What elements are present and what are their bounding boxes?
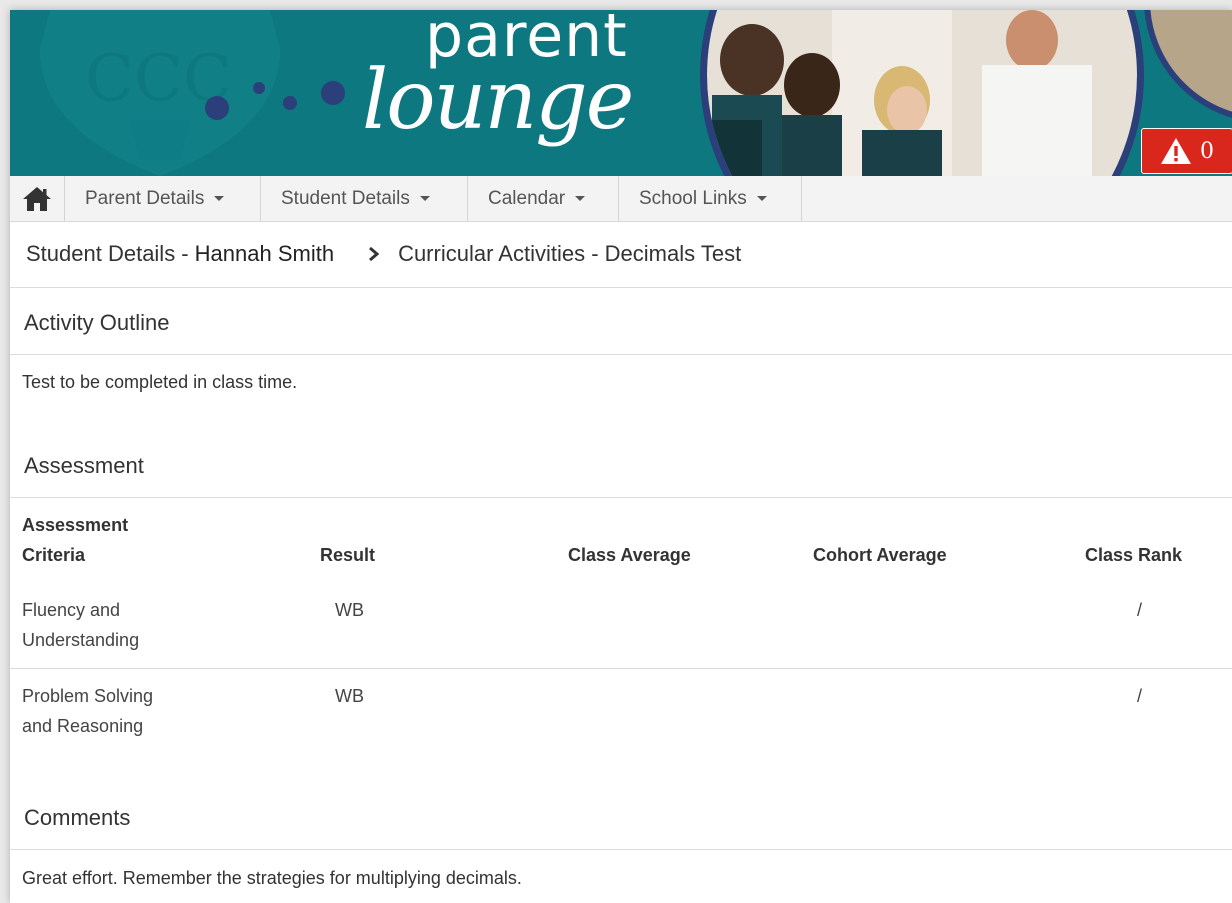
chevron-right-icon (369, 246, 380, 262)
alert-count: 0 (1200, 138, 1214, 164)
page-frame: CCC parent lounge 0 Parent Details Stude… (10, 10, 1232, 903)
divider (10, 849, 1232, 850)
home-icon (23, 186, 51, 211)
warning-icon (1161, 138, 1191, 164)
caret-down-icon (575, 196, 586, 201)
row-class-rank: / (1137, 686, 1143, 706)
row-criteria: Fluency and Understanding (22, 595, 139, 655)
header-banner: CCC parent lounge 0 (10, 10, 1232, 176)
caret-down-icon (756, 196, 767, 201)
assessment-title: Assessment (24, 453, 144, 478)
row-criteria: Problem Solving and Reasoning (22, 681, 153, 741)
nav-calendar[interactable]: Calendar (468, 176, 619, 221)
divider (10, 287, 1232, 288)
row-result: WB (335, 600, 364, 620)
activity-outline-title: Activity Outline (24, 310, 170, 335)
breadcrumb-student-name[interactable]: Hannah Smith (195, 241, 334, 267)
row-criteria-line1: Problem Solving (22, 686, 154, 706)
activity-outline-text: Test to be completed in class time. (22, 372, 298, 392)
row-result: WB (335, 686, 364, 706)
col-header-criteria: Assessment Criteria (22, 510, 128, 570)
col-header-class-average: Class Average (568, 545, 691, 565)
row-criteria-line2: Understanding (22, 630, 140, 650)
row-criteria-line2: and Reasoning (22, 716, 144, 736)
col-header-criteria-line1: Assessment (22, 515, 129, 535)
nav-student-details-label: Student Details (281, 187, 410, 209)
nav-school-links[interactable]: School Links (619, 176, 802, 221)
col-header-cohort-average: Cohort Average (813, 545, 947, 565)
row-divider (10, 668, 1232, 669)
main-nav: Parent Details Student Details Calendar … (10, 176, 1232, 222)
breadcrumb-current: Curricular Activities - Decimals Test (398, 241, 742, 266)
divider (10, 497, 1232, 498)
alerts-button[interactable]: 0 (1141, 128, 1232, 174)
breadcrumb-student-link[interactable]: Student Details - (26, 241, 189, 267)
caret-down-icon (214, 196, 225, 201)
caret-down-icon (419, 196, 430, 201)
nav-student-details[interactable]: Student Details (261, 176, 468, 221)
nav-parent-details-label: Parent Details (85, 187, 205, 209)
col-header-result: Result (320, 545, 376, 565)
breadcrumb: Student Details - Hannah Smith Curricula… (26, 239, 741, 269)
row-criteria-line1: Fluency and (22, 600, 121, 620)
col-header-class-rank: Class Rank (1085, 545, 1183, 565)
home-button[interactable] (10, 176, 65, 221)
nav-calendar-label: Calendar (488, 187, 566, 209)
row-class-rank: / (1137, 600, 1143, 620)
nav-parent-details[interactable]: Parent Details (65, 176, 261, 221)
col-header-criteria-line2: Criteria (22, 545, 86, 565)
divider (10, 354, 1232, 355)
decorative-dots (205, 81, 345, 120)
comments-title: Comments (24, 805, 131, 830)
nav-school-links-label: School Links (639, 187, 747, 209)
comments-text: Great effort. Remember the strategies fo… (22, 868, 522, 888)
logo-lounge-text: lounge (362, 53, 634, 148)
